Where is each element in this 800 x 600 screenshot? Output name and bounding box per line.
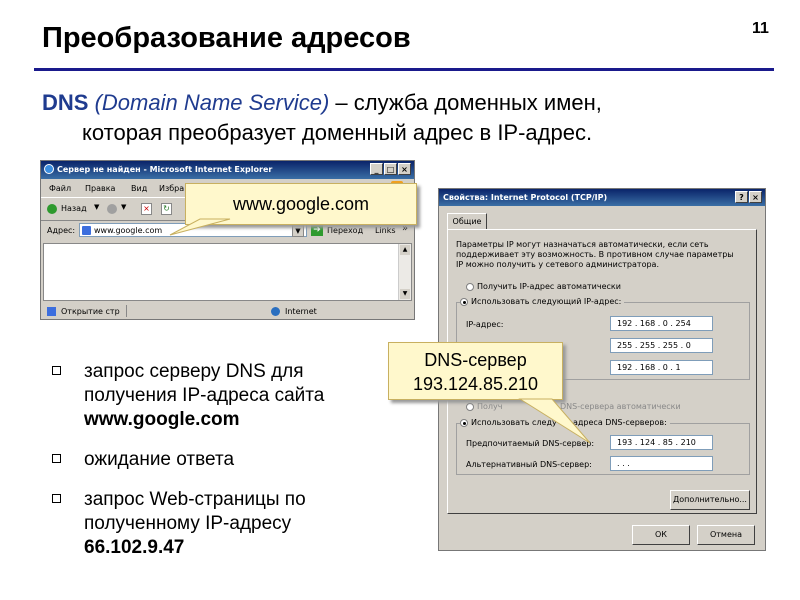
- ie-title: Сервер не найден - Microsoft Internet Ex…: [57, 165, 273, 174]
- close-button[interactable]: ×: [398, 163, 411, 175]
- alternate-dns-field[interactable]: . . .: [610, 456, 713, 471]
- go-button[interactable]: Переход: [327, 226, 363, 235]
- radio-icon: [466, 402, 474, 411]
- page-icon: [82, 226, 91, 235]
- ip-address-field[interactable]: 192 . 168 . 0 . 254: [610, 316, 713, 331]
- address-value: www.google.com: [94, 226, 163, 235]
- ie-icon: [44, 164, 54, 174]
- radio-icon: [466, 282, 474, 291]
- info-text: поддерживает эту возможность. В противно…: [456, 250, 734, 259]
- forward-dropdown-icon[interactable]: ▼: [121, 203, 126, 211]
- ie-titlebar[interactable]: Сервер не найден - Microsoft Internet Ex…: [41, 161, 414, 179]
- back-button[interactable]: Назад: [61, 204, 87, 213]
- status-divider: [126, 305, 127, 317]
- status-page-icon: [47, 307, 56, 316]
- maximize-button[interactable]: □: [384, 163, 397, 175]
- bullet-item: запрос серверу DNS для получения IP-адре…: [48, 360, 378, 432]
- alternate-dns-label: Альтернативный DNS-сервер:: [466, 460, 592, 469]
- dialog-title: Свойства: Internet Protocol (TCP/IP): [443, 193, 608, 202]
- address-dropdown-icon[interactable]: ▼: [292, 224, 304, 237]
- minimize-button[interactable]: _: [370, 163, 383, 175]
- callout-dns-line2: 193.124.85.210: [412, 374, 539, 394]
- menu-file[interactable]: Файл: [49, 184, 71, 193]
- gateway-field[interactable]: 192 . 168 . 0 . 1: [610, 360, 713, 375]
- intro-keyword-full: (Domain Name Service): [94, 90, 330, 115]
- bullet-list: запрос серверу DNS для получения IP-адре…: [48, 360, 378, 576]
- callout-dns-line1: DNS-сервер: [424, 350, 527, 370]
- dialog-close-button[interactable]: ×: [749, 191, 762, 203]
- radio-manual-ip[interactable]: Использовать следующий IP-адрес:: [460, 297, 625, 306]
- globe-icon: [271, 307, 280, 316]
- callout-dns-server: DNS-сервер 193.124.85.210: [388, 342, 563, 400]
- intro-keyword: DNS: [42, 90, 89, 115]
- cancel-button[interactable]: Отмена: [697, 525, 755, 545]
- dialog-titlebar[interactable]: Свойства: Internet Protocol (TCP/IP) ? ×: [439, 189, 765, 206]
- info-text: Параметры IP могут назначаться автоматич…: [456, 240, 709, 249]
- slide-number: 11: [752, 20, 769, 37]
- advanced-button[interactable]: Дополнительно...: [670, 490, 750, 510]
- intro-text: DNS (Domain Name Service) – служба домен…: [42, 88, 782, 148]
- status-zone: Internet: [285, 307, 317, 316]
- ie-content-area[interactable]: ▲ ▼: [43, 243, 412, 301]
- callout-google-pointer: [169, 218, 231, 236]
- radio-auto-dns[interactable]: Получ: [466, 402, 502, 411]
- menu-edit[interactable]: Правка: [85, 184, 115, 193]
- status-text: Открытие стр: [61, 307, 120, 316]
- title-divider: [34, 68, 774, 71]
- ip-label: IP-адрес:: [466, 320, 504, 329]
- checkbox-bullet-icon: [52, 454, 61, 463]
- intro-rest: – служба доменных имен,: [329, 90, 602, 115]
- back-dropdown-icon[interactable]: ▼: [94, 203, 99, 211]
- scroll-up-icon[interactable]: ▲: [400, 245, 410, 255]
- slide-title: Преобразование адресов: [42, 22, 411, 54]
- preferred-dns-field[interactable]: 193 . 124 . 85 . 210: [610, 435, 713, 450]
- intro-line2: которая преобразует доменный адрес в IP-…: [82, 120, 593, 145]
- scroll-down-icon[interactable]: ▼: [400, 289, 410, 299]
- ok-button[interactable]: ОК: [632, 525, 690, 545]
- refresh-icon[interactable]: ↻: [161, 203, 172, 215]
- forward-arrow-icon[interactable]: [107, 204, 117, 214]
- tab-general[interactable]: Общие: [447, 213, 487, 230]
- links-button[interactable]: Links: [375, 226, 396, 235]
- stop-icon[interactable]: ×: [141, 203, 152, 215]
- back-arrow-icon[interactable]: [47, 204, 57, 214]
- subnet-mask-field[interactable]: 255 . 255 . 255 . 0: [610, 338, 713, 353]
- info-text: IP можно получить у сетевого администрат…: [456, 260, 659, 269]
- callout-dns-pointer: [518, 398, 591, 444]
- radio-selected-icon: [460, 297, 468, 306]
- bullet-item: ожидание ответа: [48, 448, 378, 472]
- menu-view[interactable]: Вид: [131, 184, 147, 193]
- menu-favorites[interactable]: Избра: [159, 184, 184, 193]
- help-button[interactable]: ?: [735, 191, 748, 203]
- scrollbar[interactable]: ▲ ▼: [398, 244, 411, 300]
- checkbox-bullet-icon: [52, 494, 61, 503]
- address-label: Адрес:: [47, 226, 76, 235]
- bullet-item: запрос Web-страницы по полученному IP-ад…: [48, 488, 378, 560]
- radio-auto-ip[interactable]: Получить IP-адрес автоматически: [466, 282, 621, 291]
- ie-status-bar: Открытие стр Internet: [41, 303, 414, 319]
- radio-selected-icon: [460, 418, 468, 427]
- checkbox-bullet-icon: [52, 366, 61, 375]
- go-arrow-icon[interactable]: ➔: [311, 224, 323, 236]
